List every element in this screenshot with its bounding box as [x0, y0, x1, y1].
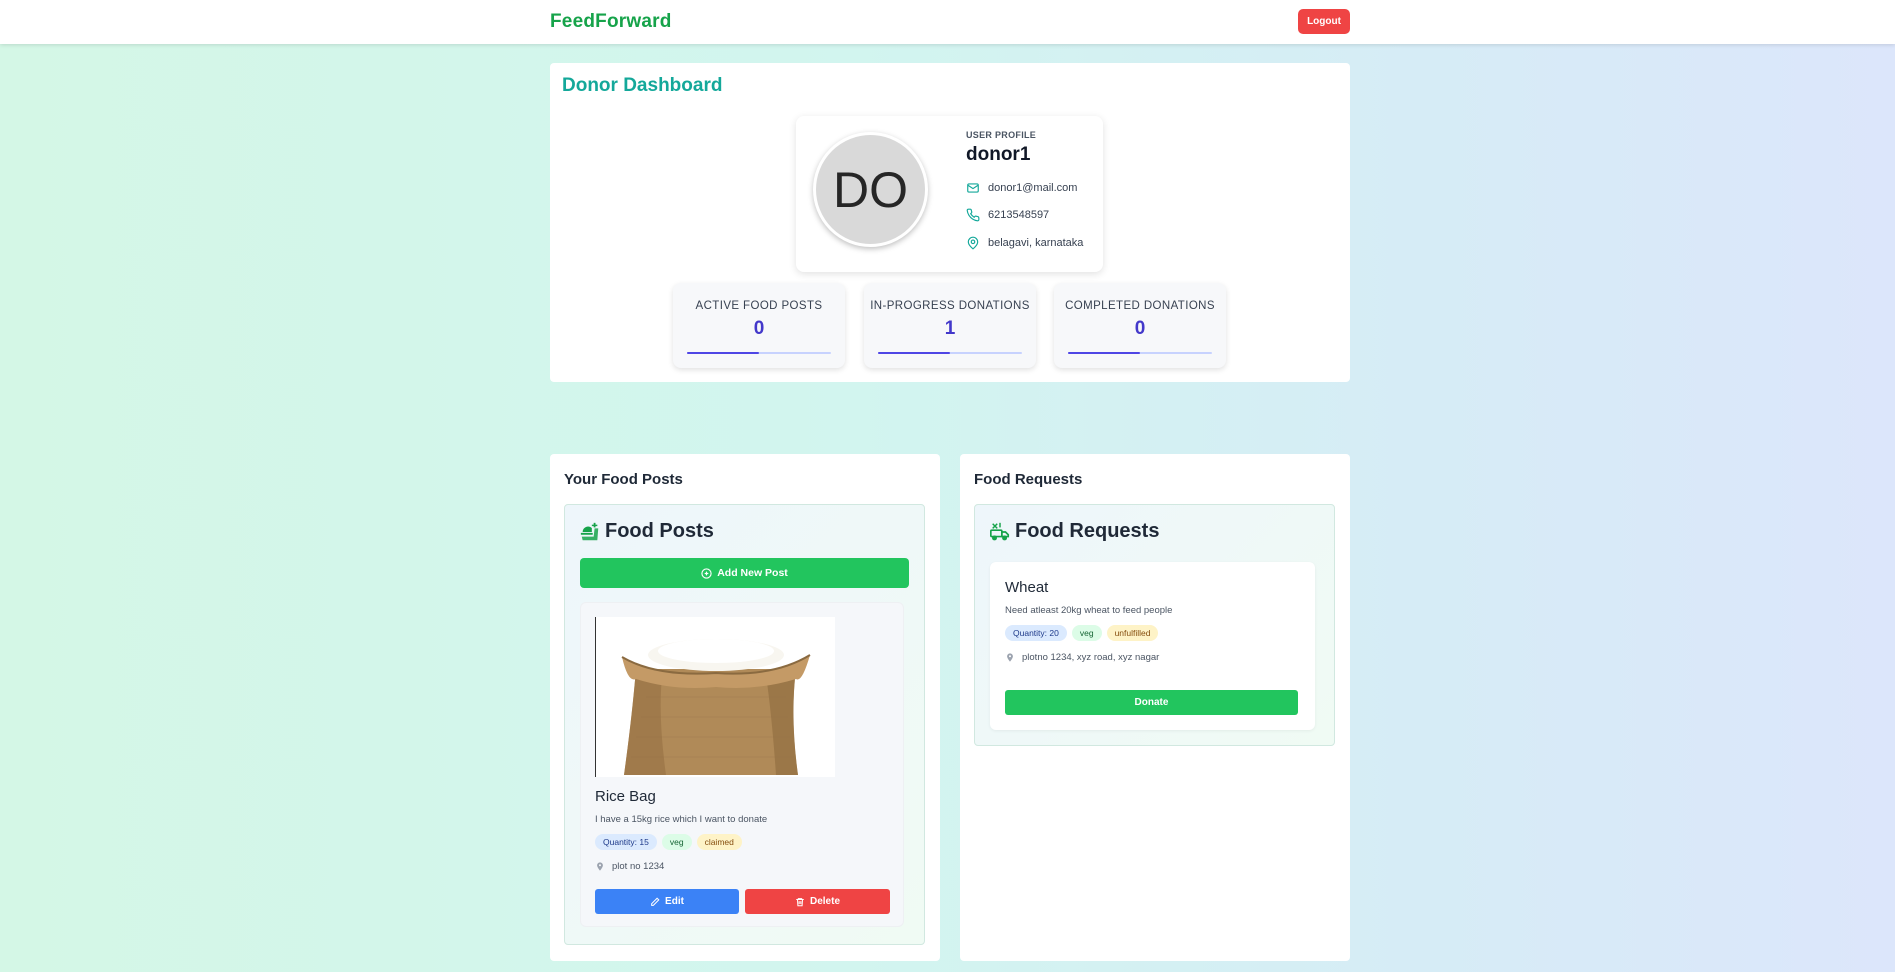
add-new-post-button[interactable]: Add New Post [580, 558, 909, 588]
donate-button[interactable]: Donate [1005, 690, 1298, 715]
map-pin-icon [967, 236, 979, 250]
request-location-row: plotno 1234, xyz road, xyz nagar [1005, 652, 1159, 663]
delete-post-button[interactable]: Delete [745, 889, 890, 914]
profile-email-row: donor1@mail.com [966, 181, 1077, 195]
brand-logo[interactable]: FeedForward [550, 11, 672, 33]
phone-icon [966, 208, 980, 222]
location-pin-icon [597, 862, 603, 871]
food-requests-box: Food Requests Wheat Need atleast 20kg wh… [974, 504, 1335, 746]
request-description: Need atleast 20kg wheat to feed people [1005, 605, 1173, 616]
profile-email: donor1@mail.com [988, 182, 1078, 194]
delete-label: Delete [809, 896, 840, 907]
food-posts-panel: Your Food Posts Food Posts Add New Post [550, 454, 940, 961]
quantity-badge: Quantity: 20 [1005, 625, 1067, 641]
stat-progress-bar [1068, 352, 1212, 354]
food-posts-title: Food Posts [579, 520, 714, 543]
stat-value: 0 [1134, 318, 1146, 339]
logout-button[interactable]: Logout [1298, 9, 1350, 34]
rice-bag-image [596, 617, 835, 777]
add-new-post-label: Add New Post [717, 567, 788, 579]
post-location: plot no 1234 [612, 861, 665, 872]
post-image [595, 617, 835, 777]
post-description: I have a 15kg rice which I want to donat… [595, 814, 768, 825]
request-title: Wheat [1005, 579, 1049, 596]
stat-progress-fill [687, 352, 759, 354]
user-profile-card: DO USER PROFILE donor1 donor1@mail.com 6… [796, 116, 1103, 272]
page-title: Donor Dashboard [562, 75, 723, 96]
stat-progress-bar [878, 352, 1022, 354]
panel-heading: Food Requests [974, 471, 1083, 488]
stat-label: COMPLETED DONATIONS [1065, 300, 1215, 312]
profile-phone-row: 6213548597 [966, 208, 1049, 222]
profile-location: belagavi, karnataka [988, 237, 1084, 249]
post-location-row: plot no 1234 [595, 861, 664, 872]
stat-value: 1 [944, 318, 956, 339]
status-badge: claimed [696, 834, 742, 850]
stat-label: ACTIVE FOOD POSTS [695, 300, 823, 312]
plus-circle-icon [701, 567, 712, 579]
food-posts-box: Food Posts Add New Post Rice Bag I have … [564, 504, 925, 945]
stat-progress-bar [687, 352, 831, 354]
request-tags: Quantity: 20 veg unfulfilled [1005, 625, 1159, 641]
food-requests-title: Food Requests [989, 520, 1159, 543]
stat-in-progress-donations: IN-PROGRESS DONATIONS 1 [864, 283, 1036, 368]
profile-phone: 6213548597 [988, 209, 1050, 221]
stat-label: IN-PROGRESS DONATIONS [870, 300, 1030, 312]
profile-section-label: USER PROFILE [966, 130, 1037, 140]
status-badge: unfulfilled [1106, 625, 1159, 641]
pencil-icon [651, 897, 660, 906]
dashboard-card: Donor Dashboard DO USER PROFILE donor1 d… [550, 63, 1350, 382]
food-requests-title-text: Food Requests [1015, 520, 1160, 542]
top-navbar: FeedForward Logout [0, 0, 1895, 44]
veg-badge: veg [661, 834, 692, 850]
location-pin-icon [1007, 653, 1013, 662]
food-posts-title-text: Food Posts [605, 520, 714, 542]
stat-completed-donations: COMPLETED DONATIONS 0 [1054, 283, 1226, 368]
profile-name: donor1 [966, 144, 1031, 165]
edit-post-button[interactable]: Edit [595, 889, 739, 914]
profile-location-row: belagavi, karnataka [966, 236, 1083, 250]
food-requests-panel: Food Requests Food Requests Wheat Need a… [960, 454, 1350, 961]
edit-label: Edit [665, 896, 684, 907]
request-location: plotno 1234, xyz road, xyz nagar [1022, 652, 1160, 663]
donate-label: Donate [1134, 697, 1169, 708]
stat-value: 0 [753, 318, 765, 339]
trash-icon [796, 897, 804, 906]
food-tray-icon [580, 522, 599, 540]
mail-icon [967, 183, 979, 193]
stat-active-food-posts: ACTIVE FOOD POSTS 0 [673, 283, 845, 368]
post-tags: Quantity: 15 veg claimed [595, 834, 742, 850]
stat-progress-fill [878, 352, 950, 354]
quantity-badge: Quantity: 15 [595, 834, 657, 850]
panel-heading: Your Food Posts [564, 471, 683, 488]
food-request-card: Wheat Need atleast 20kg wheat to feed pe… [990, 562, 1315, 730]
stat-progress-fill [1068, 352, 1140, 354]
post-title: Rice Bag [595, 788, 656, 805]
food-post-card: Rice Bag I have a 15kg rice which I want… [580, 602, 904, 927]
delivery-truck-icon [990, 522, 1010, 540]
veg-badge: veg [1071, 625, 1102, 641]
avatar: DO [813, 132, 928, 247]
